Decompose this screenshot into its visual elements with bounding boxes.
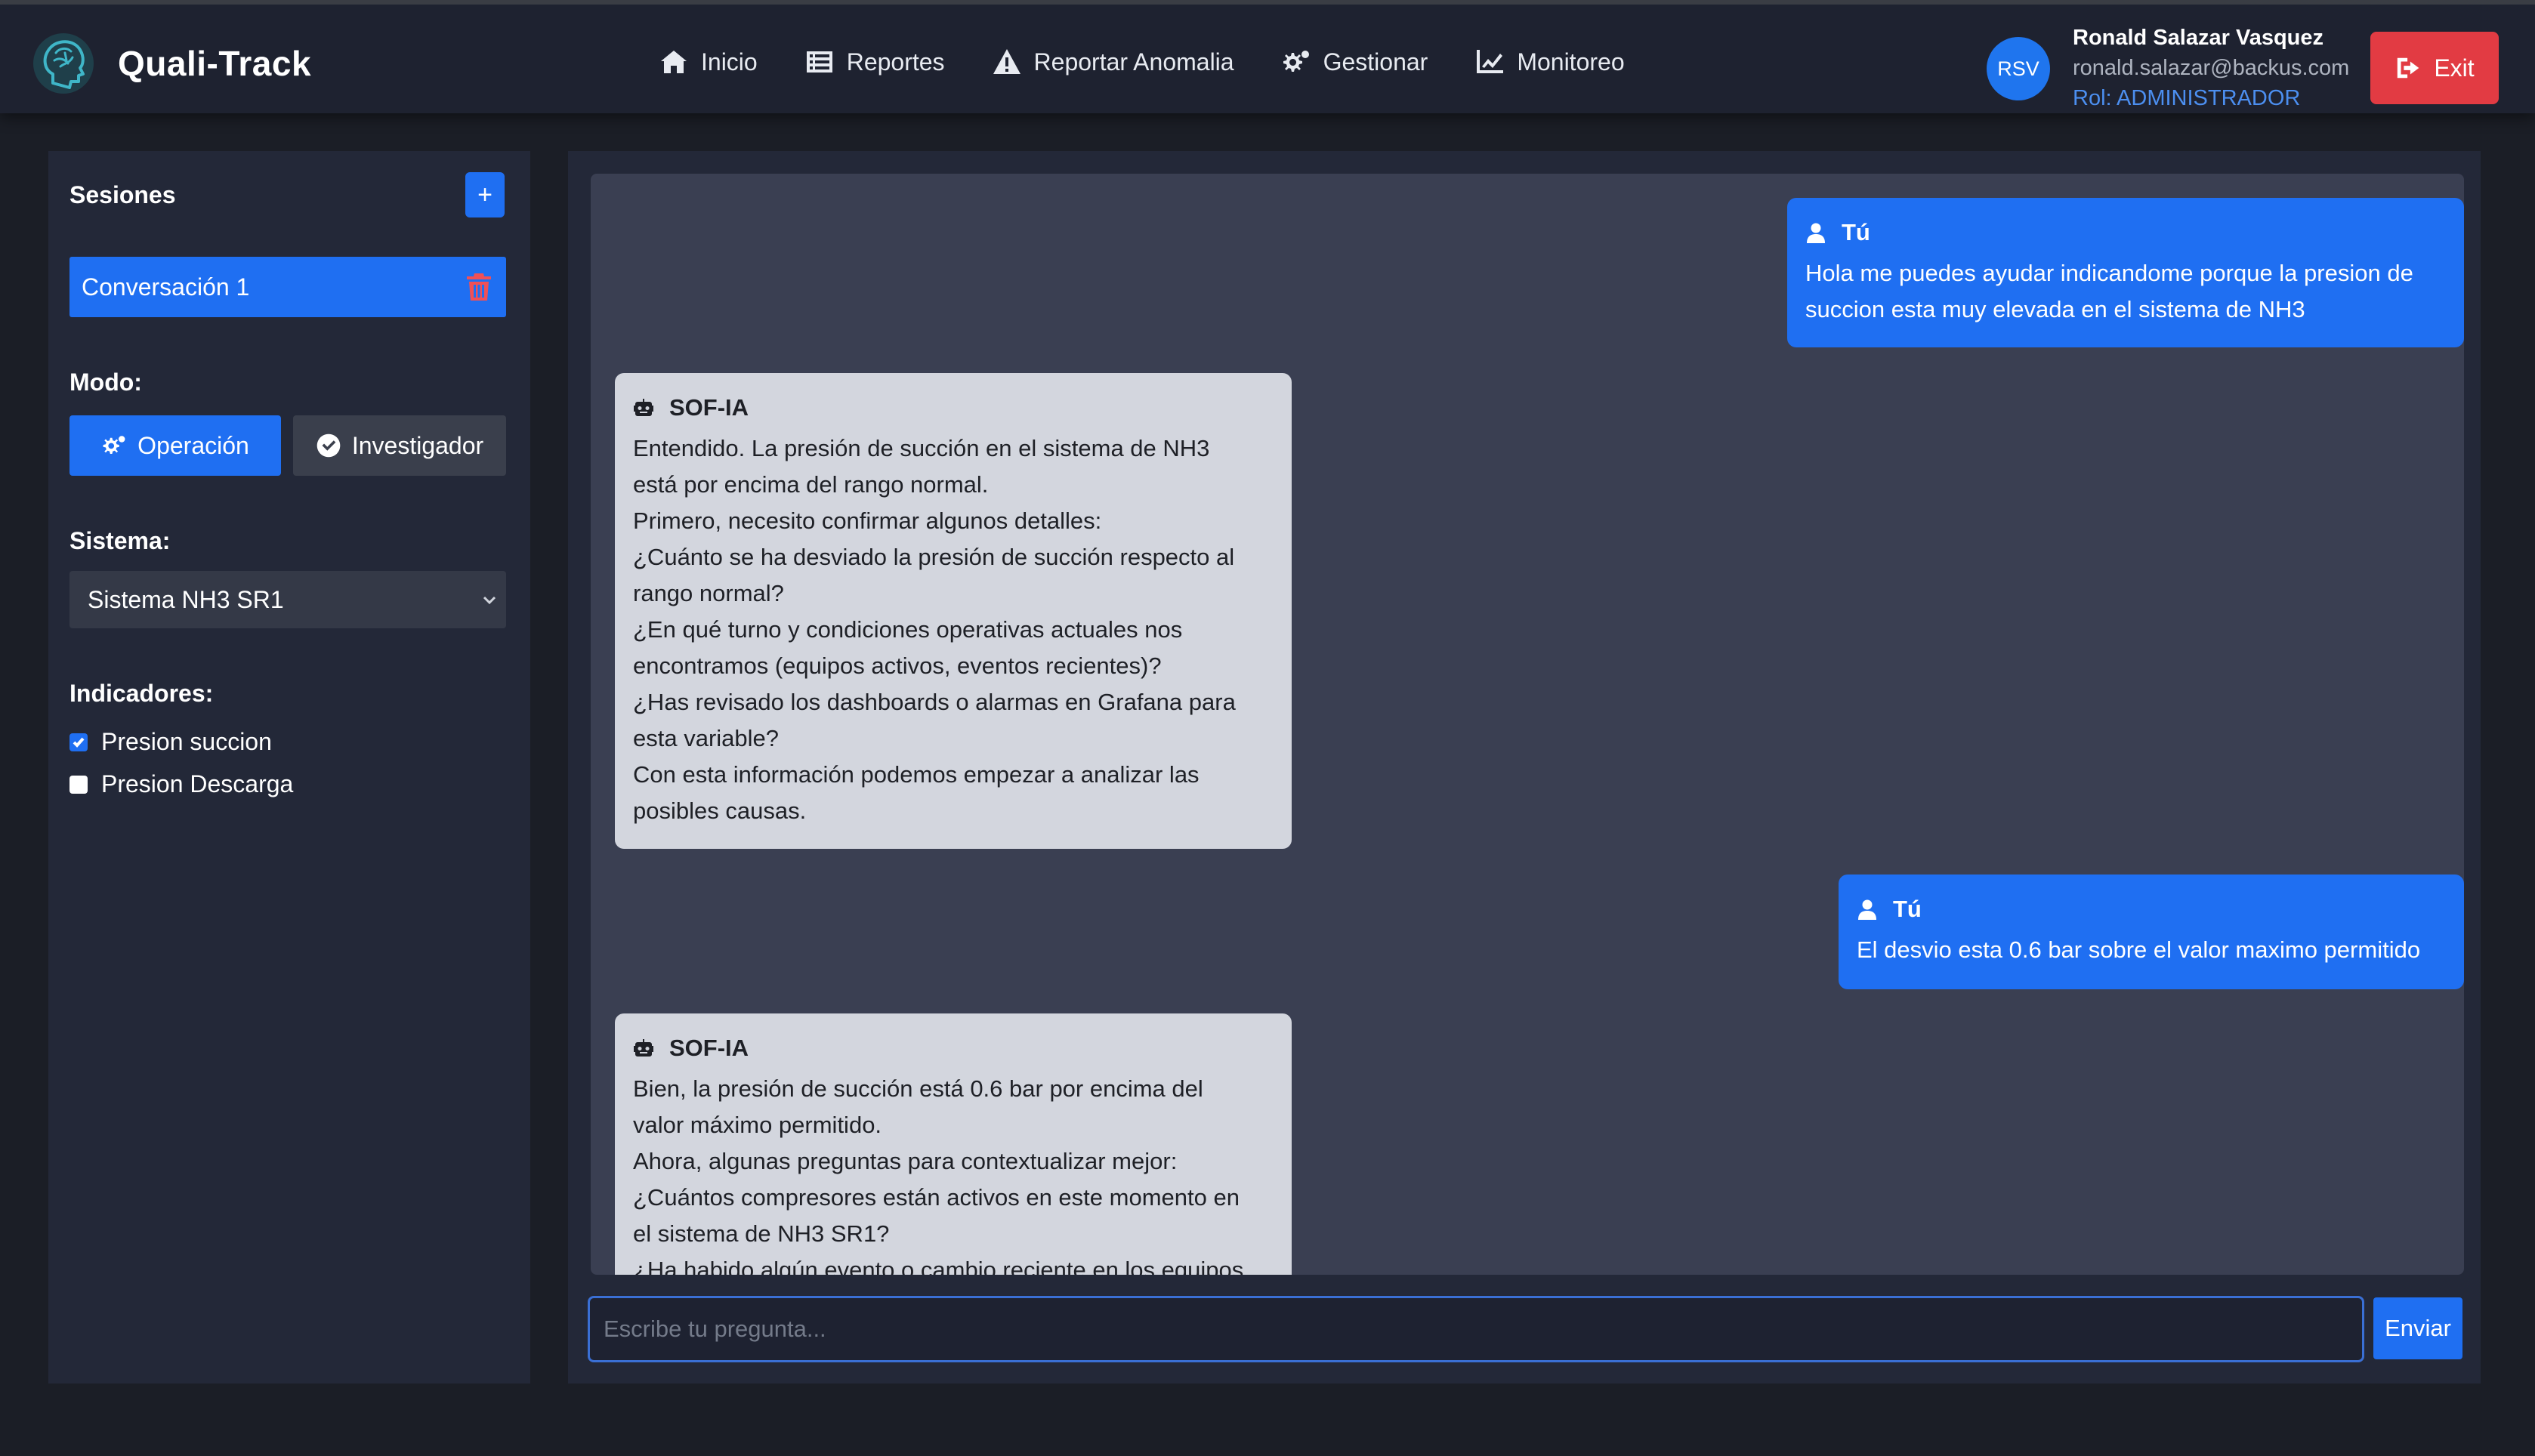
user-role: Rol: ADMINISTRADOR (2073, 86, 2301, 110)
message-text-line: rango normal? (633, 580, 784, 606)
mode-title: Modo: (69, 369, 142, 396)
nav-inicio[interactable]: Inicio (659, 47, 758, 77)
indicator-checkbox-unchecked[interactable] (69, 775, 88, 794)
chat-message-bot: SOF-IA Entendido. La presión de succión … (615, 373, 1292, 849)
message-sender: Tú (1893, 896, 1922, 922)
message-text-line: ¿Ha habido algún evento o cambio recient… (633, 1257, 1244, 1275)
user-avatar[interactable]: RSV (1987, 37, 2050, 100)
message-text-line: Con esta información podemos empezar a a… (633, 761, 1200, 788)
nav-reportar-anomalia-label: Reportar Anomalia (1033, 48, 1234, 76)
top-navbar: Quali-Track Inicio Reportes Reportar Ano… (0, 0, 2535, 113)
app-name: Quali-Track (118, 44, 312, 83)
message-text-line: succion esta muy elevada en el sistema d… (1805, 296, 2305, 322)
system-title: Sistema: (69, 527, 171, 554)
trash-icon[interactable] (465, 272, 492, 302)
user-icon (1807, 223, 1825, 243)
new-session-button[interactable]: + (465, 172, 505, 217)
home-icon (661, 51, 687, 73)
exit-button-label: Exit (2434, 54, 2475, 82)
chart-line-icon (1477, 50, 1504, 73)
message-text-line: ¿Cuánto se ha desviado la presión de suc… (633, 544, 1235, 570)
indicator-presion-succion[interactable]: Presion succion (69, 728, 272, 756)
indicator-presion-descarga[interactable]: Presion Descarga (69, 770, 293, 798)
nav-monitoreo[interactable]: Monitoreo (1474, 47, 1625, 77)
checkmark-icon (73, 737, 85, 748)
exit-button[interactable]: Exit (2370, 32, 2499, 104)
list-icon (806, 51, 832, 72)
chat-panel: Tú Hola me puedes ayudar indicandome por… (568, 151, 2481, 1384)
message-sender: SOF-IA (669, 394, 749, 421)
message-text-line: esta variable? (633, 725, 780, 751)
nav-reportes[interactable]: Reportes (804, 47, 945, 77)
message-text-line: encontramos (equipos activos, eventos re… (633, 652, 1162, 679)
message-sender: SOF-IA (669, 1035, 749, 1061)
message-text-line: está por encima del rango normal. (633, 471, 989, 498)
nav-monitoreo-label: Monitoreo (1517, 48, 1625, 76)
message-text-line: ¿En qué turno y condiciones operativas a… (633, 616, 1183, 643)
nav-gestionar-label: Gestionar (1323, 48, 1428, 76)
message-text-line: Entendido. La presión de succión en el s… (633, 435, 1210, 461)
message-text-line: el sistema de NH3 SR1? (633, 1220, 890, 1247)
nav-inicio-label: Inicio (701, 48, 758, 76)
brand[interactable]: Quali-Track (30, 30, 311, 97)
robot-icon (634, 1039, 653, 1057)
user-info: Ronald Salazar Vasquez ronald.salazar@ba… (2073, 23, 2349, 113)
user-icon (1858, 899, 1876, 920)
message-text-line: valor máximo permitido. (633, 1112, 882, 1138)
message-sender: Tú (1842, 219, 1870, 245)
message-text-line: Primero, necesito confirmar algunos deta… (633, 507, 1102, 534)
system-select-value: Sistema NH3 SR1 (88, 585, 284, 613)
mode-operacion-button[interactable]: Operación (69, 415, 281, 476)
chat-message-bot: SOF-IA Bien, la presión de succión está … (615, 1013, 1292, 1275)
sidebar: Sesiones + Conversación 1 Modo: Operació… (48, 151, 530, 1384)
system-select[interactable]: Sistema NH3 SR1 (69, 571, 506, 628)
message-text-line: Bien, la presión de succión está 0.6 bar… (633, 1075, 1203, 1102)
sign-out-icon (2398, 57, 2419, 79)
mode-operacion-label: Operación (137, 431, 249, 459)
chat-input-row: Enviar (588, 1296, 2464, 1362)
check-circle-icon (316, 433, 341, 458)
main-navigation: Inicio Reportes Reportar Anomalia Gestio… (659, 47, 1672, 77)
send-button[interactable]: Enviar (2373, 1297, 2462, 1359)
message-text-line: posibles causas. (633, 797, 807, 824)
indicators-title: Indicadores: (69, 680, 214, 707)
chat-message-user: Tú El desvio esta 0.6 bar sobre el valor… (1839, 875, 2464, 989)
brain-head-logo-icon (33, 33, 94, 94)
gears-icon (103, 436, 125, 455)
message-text-line: ¿Cuántos compresores están activos en es… (633, 1184, 1240, 1211)
gears-icon (1283, 51, 1309, 72)
message-text-line: El desvio esta 0.6 bar sobre el valor ma… (1857, 936, 2421, 963)
indicator-label: Presion succion (101, 728, 272, 755)
message-text-line: Ahora, algunas preguntas para contextual… (633, 1148, 1178, 1174)
mode-investigador-button[interactable]: Investigador (293, 415, 506, 476)
nav-reportar-anomalia[interactable]: Reportar Anomalia (992, 47, 1234, 77)
sessions-title: Sesiones (69, 181, 176, 208)
robot-icon (634, 399, 653, 416)
warning-icon (993, 49, 1020, 74)
nav-reportes-label: Reportes (846, 48, 945, 76)
nav-gestionar[interactable]: Gestionar (1281, 47, 1428, 77)
chat-messages-area[interactable]: Tú Hola me puedes ayudar indicandome por… (591, 174, 2464, 1275)
message-text-line: Hola me puedes ayudar indicandome porque… (1805, 260, 2413, 286)
mode-investigador-label: Investigador (351, 431, 484, 459)
user-name: Ronald Salazar Vasquez (2073, 26, 2324, 50)
chevron-down-icon (483, 596, 496, 605)
indicator-label: Presion Descarga (101, 770, 294, 797)
chat-input[interactable] (588, 1296, 2364, 1362)
user-email: ronald.salazar@backus.com (2073, 56, 2350, 80)
indicator-checkbox-checked[interactable] (69, 733, 88, 751)
message-text-line: ¿Has revisado los dashboards o alarmas e… (633, 689, 1236, 715)
session-item-label: Conversación 1 (82, 273, 250, 301)
chat-message-user: Tú Hola me puedes ayudar indicandome por… (1787, 198, 2464, 347)
session-item-active[interactable]: Conversación 1 (69, 257, 506, 317)
